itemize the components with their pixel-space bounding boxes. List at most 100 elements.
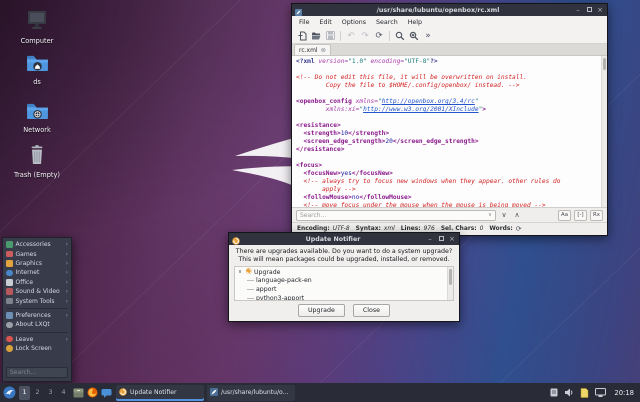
quick-launch xyxy=(72,386,113,400)
close-button[interactable]: Close xyxy=(353,304,390,317)
word-count-refresh-icon[interactable]: ⟳ xyxy=(516,225,522,233)
code-token-tag: <focus> xyxy=(296,162,322,169)
menu-file[interactable]: File xyxy=(294,19,315,26)
menu-item-label: Leave xyxy=(16,336,34,343)
menu-options[interactable]: Options xyxy=(337,19,371,26)
submenu-arrow-icon: › xyxy=(66,279,68,286)
submenu-arrow-icon: › xyxy=(66,336,68,343)
menu-item-system-tools[interactable]: System Tools› xyxy=(3,296,71,305)
dialog-close-button[interactable]: × xyxy=(448,236,456,243)
task-button-update-notifier[interactable]: Update Notifier xyxy=(116,385,204,401)
reload-icon[interactable]: ⟳ xyxy=(373,30,385,42)
menu-item-lock-screen[interactable]: Lock Screen xyxy=(3,344,71,353)
more-tools-icon[interactable]: » xyxy=(422,30,434,42)
task-button--usr-share-lubuntu-o-[interactable]: /usr/share/lubuntu/o... xyxy=(207,385,295,401)
volume-icon[interactable] xyxy=(564,388,574,397)
task-list: Update Notifier/usr/share/lubuntu/o... xyxy=(116,385,295,401)
messenger-icon[interactable] xyxy=(100,386,113,400)
code-token-tag: <followMouse> xyxy=(296,194,352,201)
dialog-minimize-button[interactable]: – xyxy=(426,236,434,243)
menu-search[interactable]: Search xyxy=(371,19,403,26)
workspace-4[interactable]: 4 xyxy=(58,386,69,400)
dialog-message: There are upgrades available. Do you wan… xyxy=(229,248,459,263)
workspace-3[interactable]: 3 xyxy=(45,386,56,400)
code-line: </resistance> xyxy=(296,146,601,154)
clipboard-icon[interactable] xyxy=(550,388,558,397)
menu-item-label: Office xyxy=(16,279,34,286)
desktop-icon-ds[interactable]: ds xyxy=(8,54,66,86)
tree-scrollbar-thumb[interactable] xyxy=(449,269,452,285)
dialog-maximize-button[interactable] xyxy=(437,236,445,243)
maximize-button[interactable] xyxy=(585,7,593,14)
match-case-icon[interactable]: Aa xyxy=(558,210,571,221)
find-next-icon[interactable]: ∨ xyxy=(499,211,509,219)
workspace-2[interactable]: 2 xyxy=(32,386,43,400)
menu-item-leave[interactable]: Leave › xyxy=(3,335,71,344)
menu-item-accessories[interactable]: Accessories› xyxy=(3,240,71,249)
tab-rc-xml[interactable]: rc.xml ⊗ xyxy=(294,44,331,55)
featherpad-icon xyxy=(210,388,218,398)
tree-scrollbar[interactable] xyxy=(447,267,453,300)
tree-item-label: python3-apport xyxy=(256,295,304,301)
tree-item-python3-apport[interactable]: python3-apport xyxy=(238,294,447,301)
tree-item-apport[interactable]: apport xyxy=(238,285,447,294)
search-input[interactable]: Search... ∨ xyxy=(296,210,496,221)
code-token-tag: </focusNew> xyxy=(352,170,393,177)
dialog-titlebar[interactable]: Update Notifier – × xyxy=(229,233,459,245)
close-button[interactable]: × xyxy=(596,7,604,14)
code-token-url: http://www.w3.org/2001/XInclude xyxy=(363,106,478,113)
menu-item-preferences[interactable]: Preferences› xyxy=(3,311,71,320)
desktop-icon-network[interactable]: Network xyxy=(8,102,66,134)
desktop-icon-trash-empty-[interactable]: Trash (Empty) xyxy=(8,145,66,179)
upgrade-button[interactable]: Upgrade xyxy=(298,304,345,317)
file-manager-icon[interactable] xyxy=(72,386,85,400)
menu-search-input[interactable]: Search... xyxy=(6,367,68,378)
editor-titlebar[interactable]: /usr/share/lubuntu/openbox/rc.xml – × xyxy=(292,4,607,16)
tree-root-upgrade[interactable]: ∨Upgrade xyxy=(238,268,447,277)
code-token-comment: Copy the file to $HOME/.config/openbox/ … xyxy=(296,82,520,89)
editor-scrollbar-thumb[interactable] xyxy=(603,58,606,70)
new-document-icon[interactable] xyxy=(296,30,308,42)
display-icon[interactable] xyxy=(595,388,606,397)
menu-item-internet[interactable]: Internet› xyxy=(3,268,71,277)
tree-connector xyxy=(247,298,254,299)
menu-item-sound-video[interactable]: Sound & Video› xyxy=(3,287,71,296)
regex-icon[interactable]: Rx xyxy=(590,210,603,221)
notes-icon[interactable] xyxy=(580,388,589,398)
find-previous-icon[interactable]: ∧ xyxy=(512,211,522,219)
start-menu-button[interactable] xyxy=(3,386,16,400)
code-line: <screen_edge_strength>20</screen_edge_st… xyxy=(296,138,601,146)
tree-item-language-pack-en[interactable]: language-pack-en xyxy=(238,277,447,286)
desktop-icon-label: Trash (Empty) xyxy=(14,171,60,179)
firefox-icon[interactable] xyxy=(86,386,99,400)
desktop-icon-label: Computer xyxy=(21,37,54,45)
menu-item-about-lxqt[interactable]: About LXQt xyxy=(3,320,71,329)
menu-item-graphics[interactable]: Graphics› xyxy=(3,259,71,268)
menu-help[interactable]: Help xyxy=(403,19,427,26)
workspace-1[interactable]: 1 xyxy=(19,386,30,400)
menu-item-label: Lock Screen xyxy=(16,345,52,352)
search-replace-icon[interactable] xyxy=(408,30,420,42)
status-sel-chars-value: 0 xyxy=(480,226,484,232)
menu-edit[interactable]: Edit xyxy=(315,19,337,26)
tree-item-label: apport xyxy=(256,286,276,293)
minimize-button[interactable]: – xyxy=(574,7,582,14)
menu-item-label: Sound & Video xyxy=(16,288,60,295)
tree-expander-icon[interactable]: ∨ xyxy=(238,269,244,275)
menu-item-games[interactable]: Games› xyxy=(3,249,71,258)
menu-item-office[interactable]: Office › xyxy=(3,278,71,287)
desktop-icon-computer[interactable]: Computer xyxy=(8,10,66,45)
whole-word-icon[interactable]: [-] xyxy=(574,210,587,221)
clock[interactable]: 20:18 xyxy=(614,389,634,397)
dialog-message-line2: This will mean packages could be upgrade… xyxy=(229,256,459,264)
editor-scrollbar[interactable] xyxy=(601,56,607,207)
submenu-arrow-icon: › xyxy=(66,298,68,305)
code-editor-area[interactable]: <?xml version="1.0" encoding="UTF-8"?><!… xyxy=(292,56,601,207)
search-icon[interactable] xyxy=(394,30,406,42)
menu-separator xyxy=(6,308,68,309)
dialog-message-line1: There are upgrades available. Do you wan… xyxy=(229,248,459,256)
open-file-icon[interactable] xyxy=(310,30,322,42)
code-token-tag: <openbox_config xyxy=(296,98,352,105)
tab-close-icon[interactable]: ⊗ xyxy=(321,46,326,54)
system-tray xyxy=(550,388,606,398)
